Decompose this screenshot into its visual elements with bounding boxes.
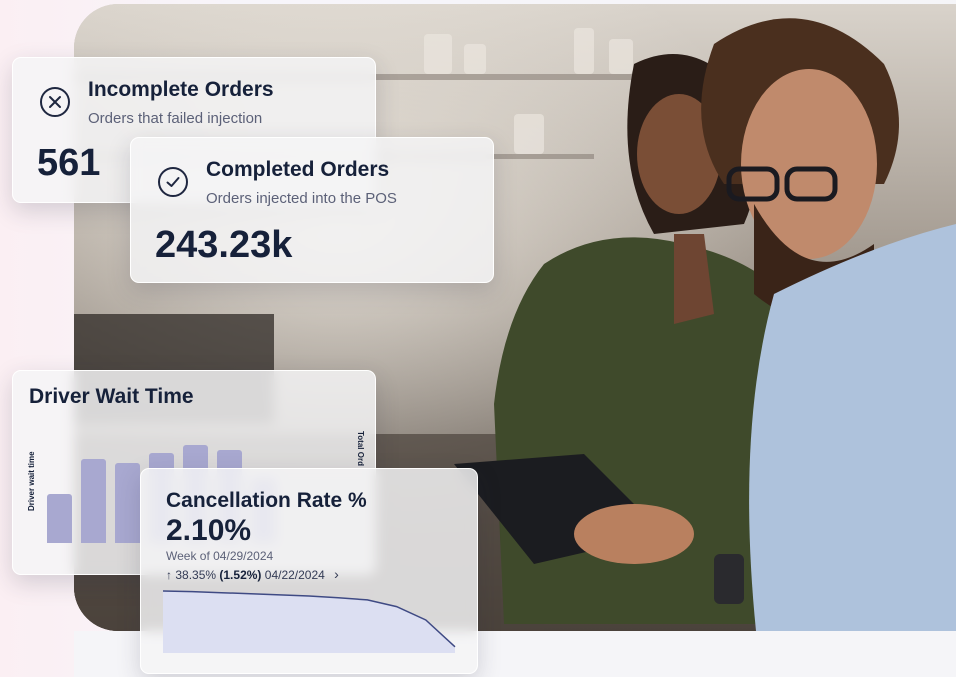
- arrow-up-icon: ↑: [166, 568, 172, 582]
- completed-orders-value: 243.23k: [155, 224, 293, 266]
- compare-date: 04/22/2024: [264, 568, 325, 582]
- completed-orders-subtitle: Orders injected into the POS: [206, 190, 397, 207]
- driver-wait-bar: [81, 459, 106, 543]
- x-circle-icon: [40, 87, 70, 117]
- incomplete-orders-title: Incomplete Orders: [88, 78, 274, 101]
- cancellation-trend[interactable]: ↑ 38.35% (1.52%) 04/22/2024 ›: [166, 566, 339, 582]
- cancellation-week-label: Week of 04/29/2024: [166, 549, 274, 563]
- cancellation-rate-value: 2.10%: [166, 514, 252, 547]
- driver-wait-time-title: Driver Wait Time: [29, 385, 194, 408]
- driver-wait-bar: [115, 463, 140, 543]
- completed-orders-title: Completed Orders: [206, 158, 390, 181]
- check-circle-icon: [158, 167, 188, 197]
- chevron-right-icon[interactable]: ›: [334, 566, 339, 582]
- trend-delta: (1.52%): [219, 568, 262, 582]
- cancellation-rate-title: Cancellation Rate %: [166, 489, 367, 512]
- driver-wait-bar: [47, 494, 72, 543]
- completed-orders-card[interactable]: Completed Orders Orders injected into th…: [130, 137, 494, 283]
- trend-percent: 38.35%: [175, 568, 217, 582]
- incomplete-orders-subtitle: Orders that failed injection: [88, 110, 263, 127]
- cancellation-area-fill: [163, 591, 455, 653]
- driver-wait-y-axis-label: Driver wait time: [27, 451, 36, 511]
- cancellation-area-chart: [163, 590, 456, 653]
- driver-wait-right-axis-label: Total Ord: [356, 431, 365, 466]
- incomplete-orders-value: 561: [37, 142, 101, 184]
- cancellation-rate-card[interactable]: Cancellation Rate % 2.10% Week of 04/29/…: [140, 468, 478, 674]
